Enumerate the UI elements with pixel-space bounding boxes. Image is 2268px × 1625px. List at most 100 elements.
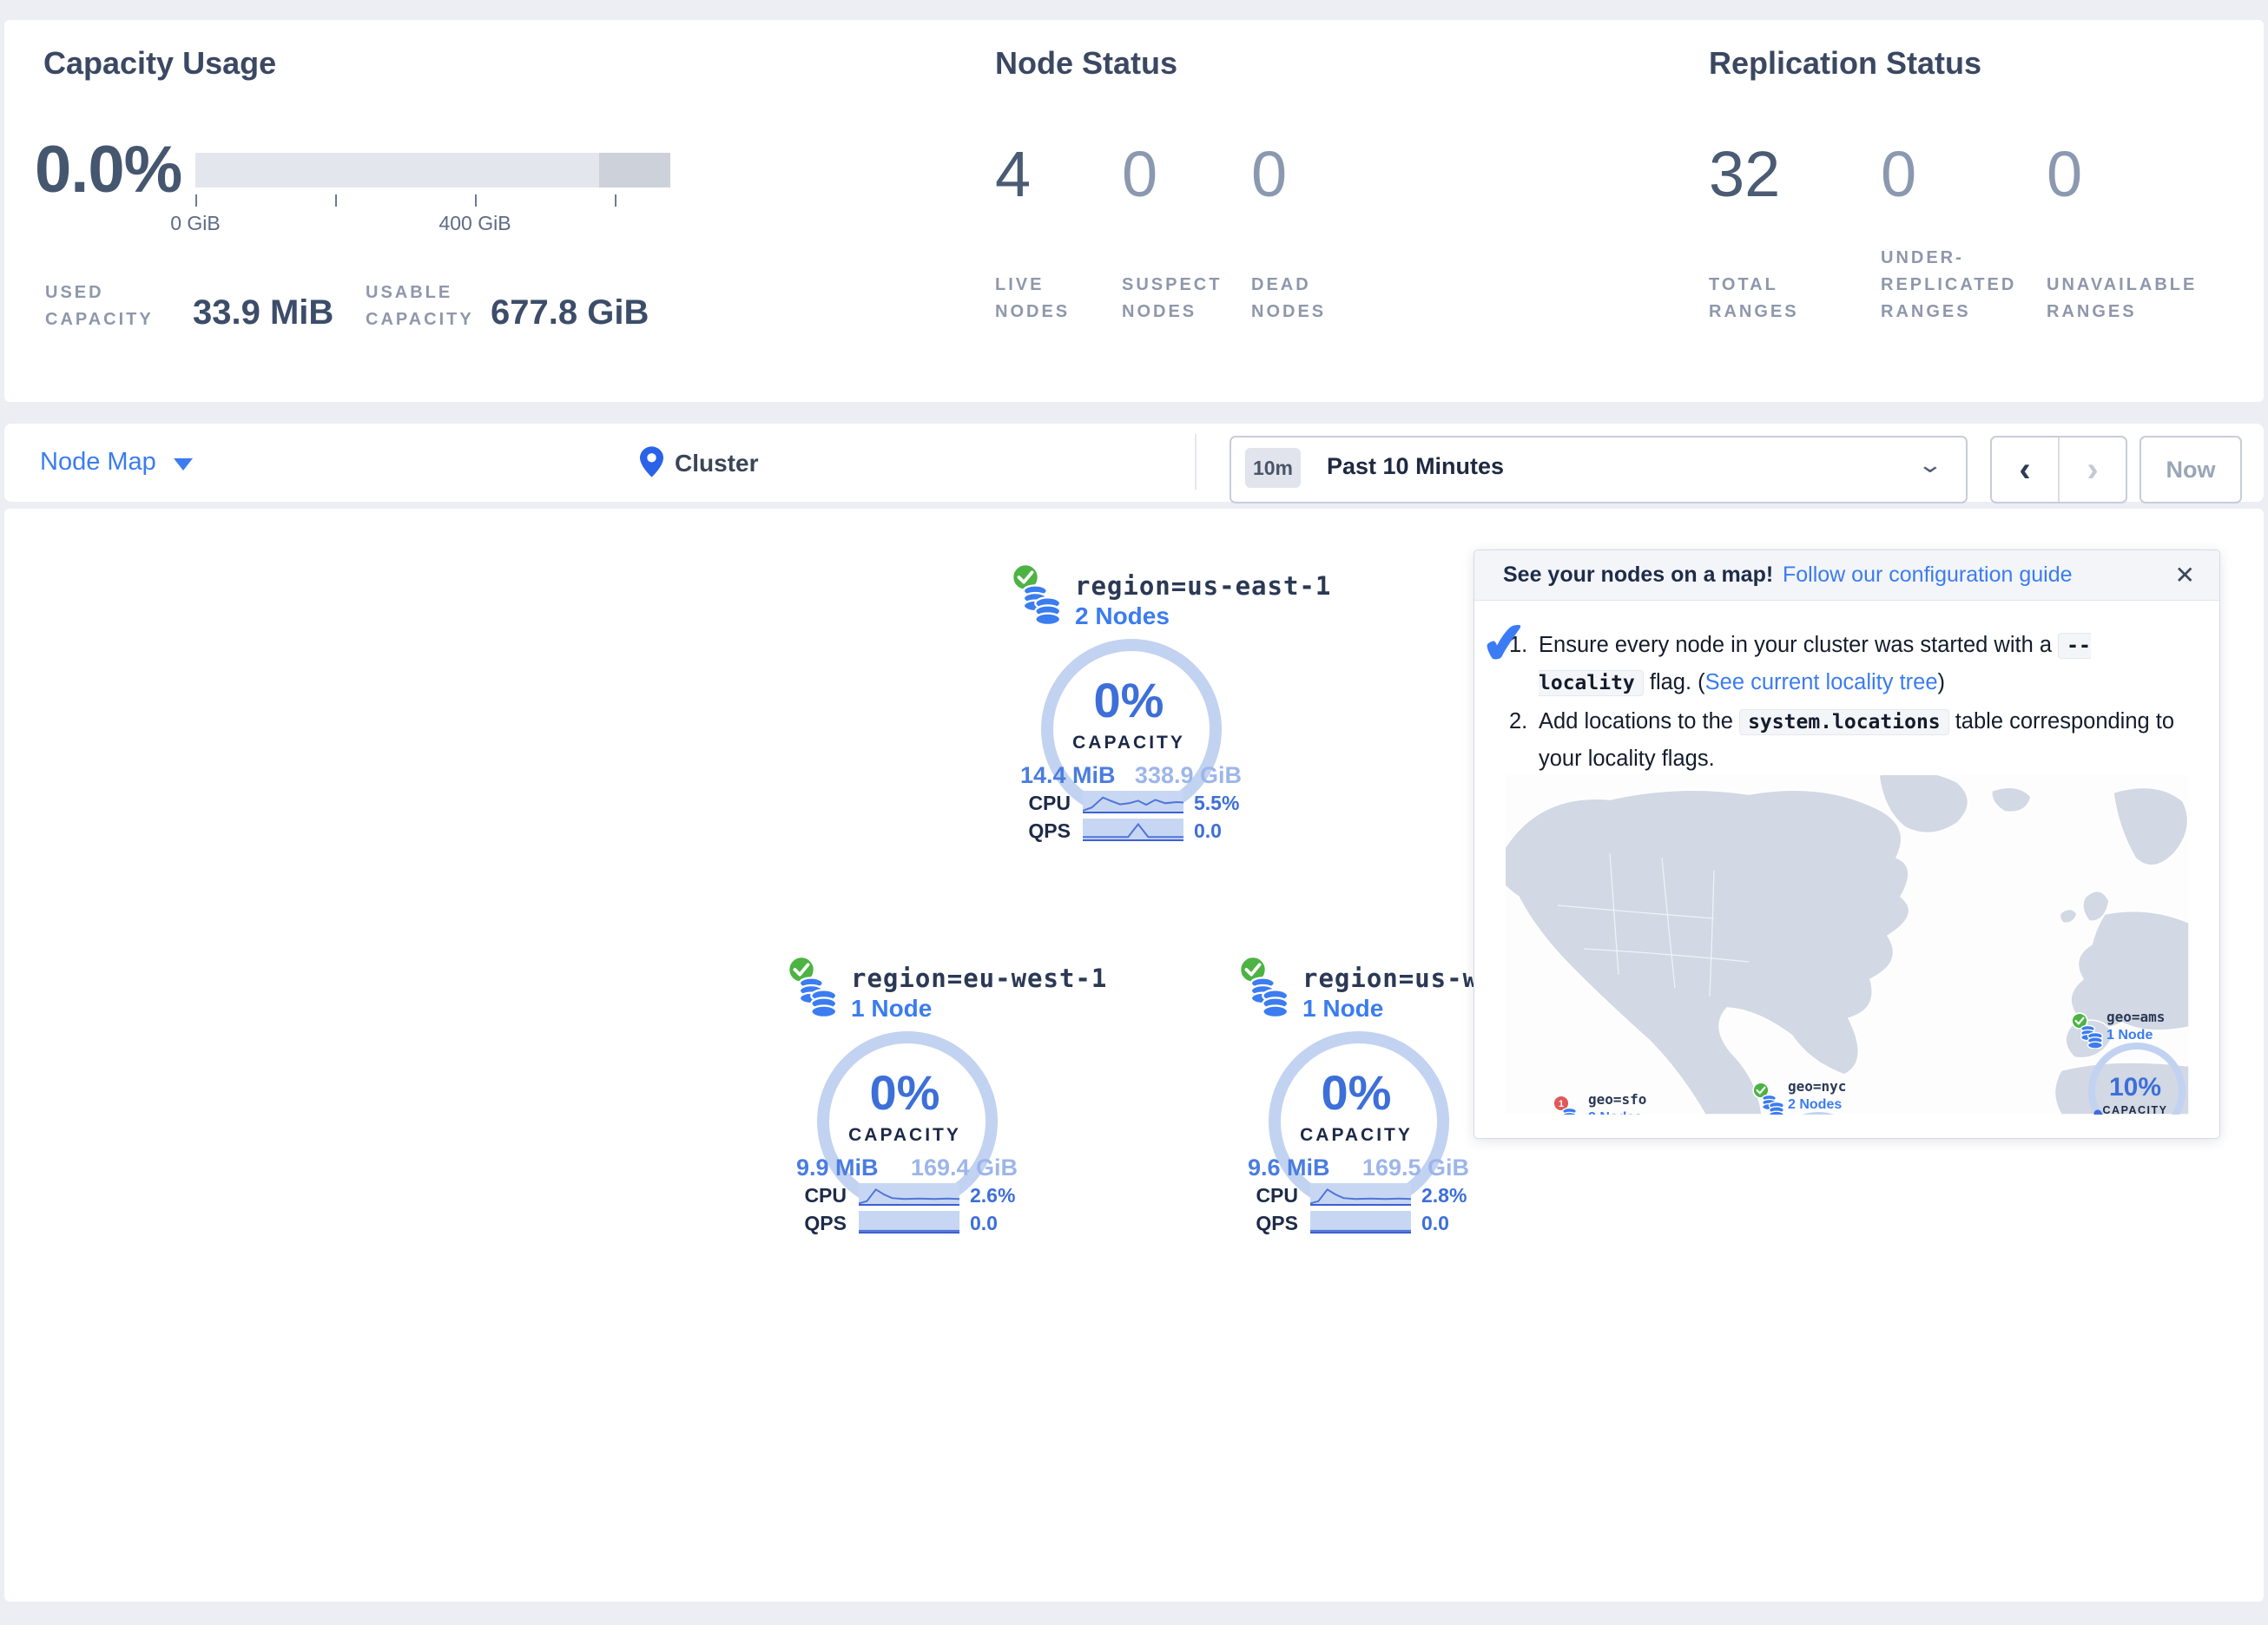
qps-value: 0.0 [1421,1212,1449,1235]
used-capacity: 9.6 MiB [1248,1155,1330,1181]
node-map-page: Capacity Usage 0.0% 0 GiB 400 GiB USED C… [0,0,2268,1625]
cpu-label: CPU [999,792,1071,815]
total-capacity: 169.4 GiB [911,1155,1018,1181]
sparkline [1310,1211,1411,1234]
toolbar-divider [1195,434,1197,490]
chevron-down-icon[interactable] [174,458,193,470]
capacity-percent: 0% [1226,1064,1487,1121]
sparkline [1310,1183,1411,1206]
footer-strip [0,1602,2268,1625]
popup-title: See your nodes on a map! [1503,562,1773,588]
usable-capacity-value: 677.8 GiB [491,293,649,332]
metric-label: UNDER- REPLICATED RANGES [1881,245,2016,326]
capacity-percent: 0% [775,1064,1035,1121]
node-group-ams: geo=ams 1 Node 10% CAPACITY 3.6 GiB34.4 … [2066,1007,2189,1115]
cpu-label: CPU [1226,1184,1298,1207]
capacity-tick [335,194,337,207]
database-icon [797,976,839,1017]
location-pin-icon [640,446,663,482]
capacity-word: CAPACITY [775,1125,1035,1146]
usable-capacity-label: USABLE CAPACITY [366,280,474,333]
total-capacity: 169.5 GiB [1362,1155,1469,1181]
qps-label: QPS [1226,1212,1298,1235]
cpu-sparkline [859,1183,959,1210]
capacity-tick [475,194,477,207]
qps-sparkline [1310,1211,1411,1238]
sparkline [859,1183,959,1206]
replication-status-title: Replication Status [1709,45,1981,82]
metric-label: SUSPECT NODES [1122,272,1222,326]
configuration-guide-link[interactable]: Follow our configuration guide [1783,562,2073,588]
database-icon [1021,583,1063,625]
database-icon [1249,976,1290,1017]
code-chip: system.locations [1739,709,1949,735]
node-map-setup-popup: See your nodes on a map! Follow our conf… [1474,549,2220,1139]
metric-value: 32 [1709,137,1780,211]
capacity-percent: 0.0% [35,132,181,207]
node-group-us-east-1: region=us-east-1 2 Nodes 0% CAPACITY 14.… [999,562,1259,853]
time-range-badge: 10m [1245,448,1301,488]
used-capacity: 9.9 MiB [796,1155,879,1181]
cpu-sparkline [1310,1183,1411,1210]
time-range-label: Past 10 Minutes [1327,453,1504,480]
node-count-link[interactable]: 2 Nodes [1075,602,1170,630]
sparkline [1083,791,1183,813]
node-region-label: region=eu-west-1 [851,964,1107,993]
time-back-button[interactable]: ‹ [1992,438,2060,502]
cpu-sparkline [1083,791,1183,818]
capacity-bar-reserved [599,153,670,188]
capacity-usage-title: Capacity Usage [43,45,276,82]
close-icon[interactable]: ✕ [2175,561,2195,589]
cpu-value: 2.8% [1421,1184,1467,1207]
metric-value: 0 [1122,137,1157,211]
setup-steps: 1.Ensure every node in your cluster was … [1509,627,2185,779]
total-capacity: 338.9 GiB [1135,762,1242,789]
capacity-gauge [1764,1107,1872,1115]
capacity-tick-label-0: 0 GiB [161,212,230,235]
metric-value: 0 [1881,137,1916,211]
node-count-link[interactable]: 1 Node [1302,995,1383,1023]
metric-label: DEAD NODES [1251,272,1326,326]
node-count-link[interactable]: 1 Node [851,995,932,1023]
metric-value: 0 [1251,137,1287,211]
check-mark-icon: ✔ [1478,609,1531,678]
world-map-preview: 1 geo=sfo 2 Nodes 9% CAPACITY 3.2 GiB35.… [1506,775,2189,1115]
database-icon [1561,1107,1586,1115]
setup-step: 1.Ensure every node in your cluster was … [1509,627,2185,701]
breadcrumb[interactable]: Cluster [675,450,758,477]
node-count-link[interactable]: 2 Nodes [1588,1110,1642,1115]
node-region-label: geo=sfo [1588,1091,1646,1108]
qps-value: 0.0 [1194,819,1222,843]
qps-sparkline [1083,819,1183,845]
metric-value: 0 [2047,137,2082,211]
chevron-down-icon: ⌄ [1917,451,1944,478]
cpu-value: 2.6% [970,1184,1015,1207]
capacity-percent: 0% [999,672,1259,728]
node-group-us-west-1: region=us-west-1 1 Node 0% CAPACITY 9.6 … [1226,955,1487,1246]
capacity-percent: 10% [2066,1073,2189,1102]
qps-sparkline [859,1211,959,1238]
used-capacity: 14.4 MiB [1020,762,1116,789]
capacity-word: CAPACITY [999,733,1259,753]
qps-value: 0.0 [970,1212,998,1235]
node-region-label: geo=ams [2106,1009,2165,1025]
sparkline [859,1211,959,1234]
locality-tree-link[interactable]: See current locality tree [1705,670,1938,694]
qps-label: QPS [999,819,1071,843]
used-capacity-value: 33.9 MiB [193,293,333,332]
capacity-word: CAPACITY [2066,1104,2189,1115]
capacity-bar [195,153,670,188]
node-region-label: geo=nyc [1788,1078,1846,1095]
capacity-word: CAPACITY [1226,1125,1487,1146]
time-forward-button[interactable]: › [2060,438,2126,502]
capacity-tick [615,194,616,207]
sparkline [1083,819,1183,841]
cpu-value: 5.5% [1194,792,1239,815]
used-capacity-label: USED CAPACITY [45,280,154,333]
metric-label: TOTAL RANGES [1709,272,1799,326]
view-selector[interactable]: Node Map [40,448,156,477]
capacity-tick [195,194,197,207]
now-button[interactable]: Now [2139,436,2242,503]
qps-label: QPS [775,1212,847,1235]
setup-step: 2.Add locations to the system.locations … [1509,703,2185,777]
